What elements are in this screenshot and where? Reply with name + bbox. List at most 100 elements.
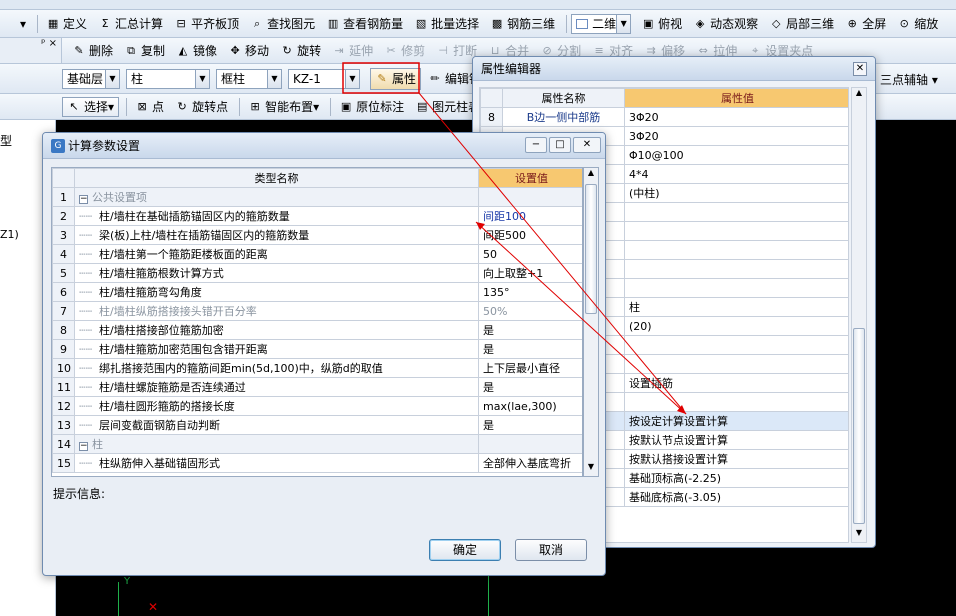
toolbar-button-fullscreen[interactable]: ⊕ 全屏 [841,14,890,34]
toolbar-button-definition[interactable]: ▦ 定义 [42,14,91,34]
floor-combo[interactable]: 基础层 ▼ [62,68,120,89]
original-mark-button[interactable]: ▣ 原位标注 [335,97,408,117]
property-value[interactable]: 3Φ20 [624,107,848,127]
maximize-icon[interactable]: □ [549,137,571,153]
scroll-down-icon[interactable]: ▼ [584,462,598,476]
property-value[interactable] [624,221,848,241]
property-scrollbar[interactable]: ▲ ▼ [851,87,867,543]
param-value[interactable]: 是 [478,339,582,359]
toolbar-button-top-view[interactable]: ▣ 俯视 [637,14,686,34]
param-row[interactable]: 13 ┄┄ 层间变截面钢筋自动判断 是 [52,415,582,435]
group-row[interactable]: 1− 公共设置项 [52,187,582,207]
toolbar-button-local-3d[interactable]: ◇ 局部三维 [765,14,838,34]
point-button[interactable]: ⊠ 点 [131,97,168,117]
toolbar-button-batch-select[interactable]: ▧ 批量选择 [410,14,483,34]
param-row[interactable]: 6 ┄┄ 柱/墙柱箍筋弯勾角度 135° [52,282,582,302]
property-value[interactable] [624,335,848,355]
close-icon[interactable]: ✕ [573,137,601,153]
chevron-down-icon[interactable]: ▼ [267,69,281,88]
toolbar-button-rebar-3d[interactable]: ▩ 钢筋三维 [486,14,559,34]
toolbar-button-mirror[interactable]: ◭ 镜像 [172,41,221,61]
param-value[interactable] [478,434,582,454]
toolbar-button-delete[interactable]: ✎ 删除 [68,41,117,61]
toolbar-menu-arrow[interactable]: ▾ [16,14,30,34]
property-button[interactable]: ✎ 属性 [370,67,422,90]
param-value[interactable]: 是 [478,415,582,435]
param-row[interactable]: 3 ┄┄ 梁(板)上柱/墙柱在插筋锚固区内的箍筋数量 间距500 [52,225,582,245]
chevron-down-icon[interactable]: ▼ [616,14,631,33]
property-value[interactable] [624,240,848,260]
rotate-point-button[interactable]: ↻ 旋转点 [171,97,232,117]
param-value[interactable]: 间距500 [478,225,582,245]
property-value[interactable]: 按默认节点设置计算 [624,430,848,450]
toolbar-button-sigma[interactable]: Σ 汇总计算 [94,14,167,34]
type-combo[interactable]: 框柱 ▼ [216,68,282,89]
property-value[interactable] [624,259,848,279]
param-value[interactable] [478,187,582,207]
pin-icon[interactable]: ᵖ [41,38,45,49]
close-icon[interactable]: ✕ [853,62,867,76]
scroll-down-icon[interactable]: ▼ [852,528,866,542]
property-value[interactable]: 柱 [624,297,848,317]
toolbar-button-orbit[interactable]: ◈ 动态观察 [689,14,762,34]
property-value[interactable] [624,354,848,374]
property-value[interactable]: 4*4 [624,164,848,184]
scroll-up-icon[interactable]: ▲ [584,168,598,182]
param-row[interactable]: 11 ┄┄ 柱/墙柱螺旋箍筋是否连续通过 是 [52,377,582,397]
property-value[interactable]: 按默认搭接设置计算 [624,449,848,469]
scroll-thumb[interactable] [853,328,865,524]
select-button[interactable]: ↖ 选择 ▾ [62,96,120,117]
param-row[interactable]: 8 ┄┄ 柱/墙柱搭接部位箍筋加密 是 [52,320,582,340]
chevron-down-icon[interactable]: ▼ [345,69,359,88]
toolbar-button-move[interactable]: ✥ 移动 [224,41,273,61]
param-value[interactable]: 间距100 [478,206,582,226]
close-icon[interactable]: × [49,38,57,49]
toolbar-button-view-rebar[interactable]: ▥ 查看钢筋量 [322,14,407,34]
param-value[interactable]: 是 [478,320,582,340]
chevron-down-icon[interactable]: ▼ [195,69,209,88]
param-row[interactable]: 12 ┄┄ 柱/墙柱圆形箍筋的搭接长度 max(lae,300) [52,396,582,416]
param-value[interactable]: max(lae,300) [478,396,582,416]
param-value[interactable]: 是 [478,377,582,397]
param-row[interactable]: 2 ┄┄ 柱/墙柱在基础插筋锚固区内的箍筋数量 间距100 [52,206,582,226]
category-combo[interactable]: 柱 ▼ [126,68,210,89]
toolbar-button-extend[interactable]: ⇥ 延伸 [328,41,377,61]
property-value[interactable] [624,278,848,298]
collapse-toggle-icon[interactable]: − [79,442,88,451]
param-row[interactable]: 10 ┄┄ 绑扎搭接范围内的箍筋间距min(5d,100)中，纵筋d的取值 上下层最小… [52,358,582,378]
toolbar-button-copy[interactable]: ⧉ 复制 [120,41,169,61]
property-value[interactable]: Φ10@100 [624,145,848,165]
collapse-toggle-icon[interactable]: − [79,195,88,204]
toolbar-button-align-top[interactable]: ⊟ 平齐板顶 [170,14,243,34]
calc-scrollbar[interactable]: ▲ ▼ [583,167,599,477]
cancel-button[interactable]: 取消 [515,539,587,561]
view-mode-combo[interactable]: 二维 ▼ [571,13,632,34]
property-value[interactable]: 基础底标高(-3.05) [624,487,848,507]
chevron-down-icon[interactable]: ▼ [105,69,119,88]
element-name-combo[interactable]: KZ-1 ▼ [288,68,360,89]
param-value[interactable]: 向上取整+1 [478,263,582,283]
scroll-thumb[interactable] [585,184,597,314]
property-value[interactable] [624,202,848,222]
toolbar-button-zoom[interactable]: ⊙ 缩放 [893,14,942,34]
property-value[interactable]: 基础顶标高(-2.25) [624,468,848,488]
property-value[interactable]: (20) [624,316,848,336]
group-row[interactable]: 14− 柱 [52,434,582,454]
property-value[interactable]: 3Φ20 [624,126,848,146]
param-value[interactable]: 全部伸入基底弯折 [478,453,582,473]
property-value[interactable]: 设置插筋 [624,373,848,393]
param-row[interactable]: 7 ┄┄ 柱/墙柱纵筋搭接接头错开百分率 50% [52,301,582,321]
ok-button[interactable]: 确定 [429,539,501,561]
param-value[interactable]: 50% [478,301,582,321]
param-row[interactable]: 5 ┄┄ 柱/墙柱箍筋根数计算方式 向上取整+1 [52,263,582,283]
property-value[interactable]: 按设定计算设置计算 [624,411,848,431]
scroll-up-icon[interactable]: ▲ [852,88,866,102]
toolbar-button-rotate[interactable]: ↻ 旋转 [276,41,325,61]
property-value[interactable]: (中柱) [624,183,848,203]
property-value[interactable] [624,392,848,412]
minimize-icon[interactable]: − [525,137,547,153]
property-row[interactable]: 8 B边一侧中部筋 3Φ20 [480,107,848,127]
three-point-axis-button[interactable]: 三点辅轴 ▾ [880,71,938,88]
param-value[interactable]: 50 [478,244,582,264]
param-value[interactable]: 135° [478,282,582,302]
